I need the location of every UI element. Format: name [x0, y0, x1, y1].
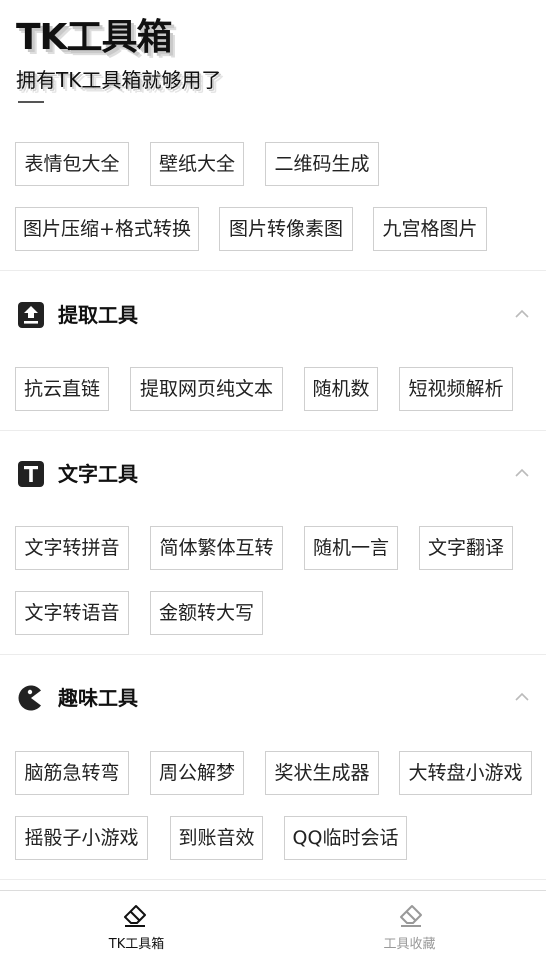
app-title: TK工具箱	[16, 17, 172, 58]
bottom-tab-bar: TK工具箱 工具收藏	[0, 890, 546, 954]
chevron-up-icon[interactable]	[514, 467, 530, 479]
chevron-up-icon[interactable]	[514, 691, 530, 703]
section-header-extract[interactable]: 提取工具	[0, 294, 546, 338]
upload-box-icon	[18, 302, 44, 328]
tool-tag[interactable]: 九宫格图片	[373, 207, 487, 251]
tool-tag[interactable]: 脑筋急转弯	[15, 751, 129, 795]
tool-tag[interactable]: 到账音效	[170, 816, 263, 860]
tool-tag[interactable]: 二维码生成	[265, 142, 379, 186]
section-header-fun[interactable]: 趣味工具	[0, 677, 546, 721]
tool-tag[interactable]: 奖状生成器	[265, 751, 379, 795]
tool-tag[interactable]: 文字转拼音	[15, 526, 129, 570]
tool-tag[interactable]: 文字翻译	[419, 526, 513, 570]
section-title: 趣味工具	[58, 686, 138, 710]
section-divider	[0, 430, 546, 431]
tool-tag[interactable]: 大转盘小游戏	[399, 751, 532, 795]
section-divider	[0, 270, 546, 271]
tab-home[interactable]: TK工具箱	[0, 891, 273, 954]
app-header: TK工具箱 拥有TK工具箱就够用了	[0, 0, 546, 120]
tool-tag[interactable]: QQ临时会话	[284, 816, 407, 860]
tool-tag[interactable]: 文字转语音	[15, 591, 129, 635]
tool-tag[interactable]: 金额转大写	[150, 591, 263, 635]
eraser-icon	[124, 905, 146, 927]
tool-tag[interactable]: 短视频解析	[399, 367, 513, 411]
eraser-icon	[400, 905, 422, 927]
tool-tag[interactable]: 摇骰子小游戏	[15, 816, 148, 860]
title-accent-line	[18, 101, 44, 103]
section-header-text[interactable]: 文字工具	[0, 453, 546, 497]
section-divider	[0, 879, 546, 880]
tool-tag[interactable]: 图片压缩+格式转换	[15, 207, 199, 251]
tool-tag[interactable]: 周公解梦	[150, 751, 244, 795]
tab-favorites[interactable]: 工具收藏	[273, 891, 546, 954]
tab-label: 工具收藏	[383, 937, 436, 952]
app-subtitle: 拥有TK工具箱就够用了	[16, 68, 222, 92]
section-divider	[0, 654, 546, 655]
tool-tag[interactable]: 表情包大全	[15, 142, 129, 186]
tool-tag[interactable]: 随机数	[304, 367, 378, 411]
section-title: 文字工具	[58, 462, 138, 486]
section-title: 提取工具	[58, 303, 138, 327]
tool-tag[interactable]: 壁纸大全	[150, 142, 244, 186]
chevron-up-icon[interactable]	[514, 308, 530, 320]
pacman-icon	[18, 685, 41, 711]
tool-tag[interactable]: 简体繁体互转	[150, 526, 283, 570]
tool-tag[interactable]: 图片转像素图	[219, 207, 353, 251]
text-box-icon	[18, 461, 44, 487]
tool-tag[interactable]: 随机一言	[304, 526, 398, 570]
tool-tag[interactable]: 提取网页纯文本	[130, 367, 283, 411]
tab-label: TK工具箱	[108, 937, 165, 952]
tool-tag[interactable]: 抗云直链	[15, 367, 109, 411]
